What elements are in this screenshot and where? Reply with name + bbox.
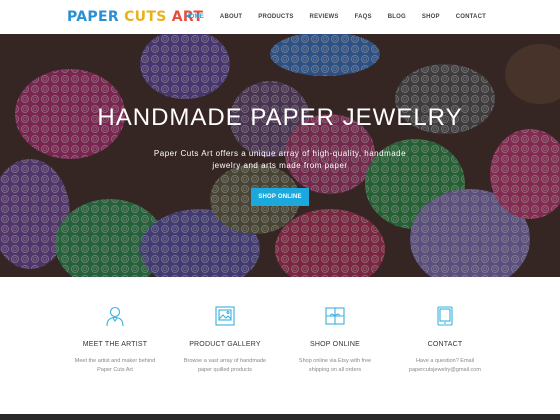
logo-word-paper: PAPER [67,9,119,25]
feature-contact[interactable]: CONTACT Have a question? Email papercuts… [390,305,500,395]
nav-faqs[interactable]: FAQS [347,0,380,34]
main-nav: HOME ABOUT PRODUCTS REVIEWS FAQS BLOG SH… [177,0,494,34]
gallery-icon [170,305,280,331]
footer-strip [0,414,560,420]
nav-contact[interactable]: CONTACT [448,0,494,34]
gift-icon [280,305,390,331]
nav-products[interactable]: PRODUCTS [250,0,301,34]
logo-word-cuts: CUTS [124,9,167,25]
nav-reviews[interactable]: REVIEWS [302,0,347,34]
phone-icon [390,305,500,331]
feature-product-gallery[interactable]: PRODUCT GALLERY Browse a vast array of h… [170,305,280,395]
feature-shop-online[interactable]: SHOP ONLINE Shop online via Etsy with fr… [280,305,390,395]
feature-title: SHOP ONLINE [310,341,360,348]
nav-about[interactable]: ABOUT [212,0,250,34]
nav-shop[interactable]: SHOP [414,0,448,34]
user-icon [60,305,170,331]
feature-meet-the-artist[interactable]: MEET THE ARTIST Meet the artist and make… [60,305,170,395]
nav-blog[interactable]: BLOG [380,0,414,34]
hero-banner: HANDMADE PAPER JEWELRY Paper Cuts Art of… [0,34,560,277]
features-row: MEET THE ARTIST Meet the artist and make… [60,305,500,395]
feature-title: MEET THE ARTIST [82,341,148,348]
feature-title: CONTACT [427,341,463,348]
feature-title: PRODUCT GALLERY [189,341,261,348]
nav-home[interactable]: HOME [177,0,212,34]
feature-description: Shop online via Etsy with free shipping … [298,358,372,373]
feature-description: Browse a vast array of handmade paper qu… [183,358,267,373]
site-header: PAPER CUTS ART HOME ABOUT PRODUCTS REVIE… [0,0,560,34]
feature-description: Meet the artist and maker behind Paper C… [74,358,156,373]
hero-title: HANDMADE PAPER JEWELRY [97,104,463,131]
feature-description: Have a question? Email papercutsjewelry@… [409,358,481,373]
shop-online-button[interactable]: SHOP ONLINE [251,188,309,206]
hero-subtitle: Paper Cuts Art offers a unique array of … [153,149,407,170]
